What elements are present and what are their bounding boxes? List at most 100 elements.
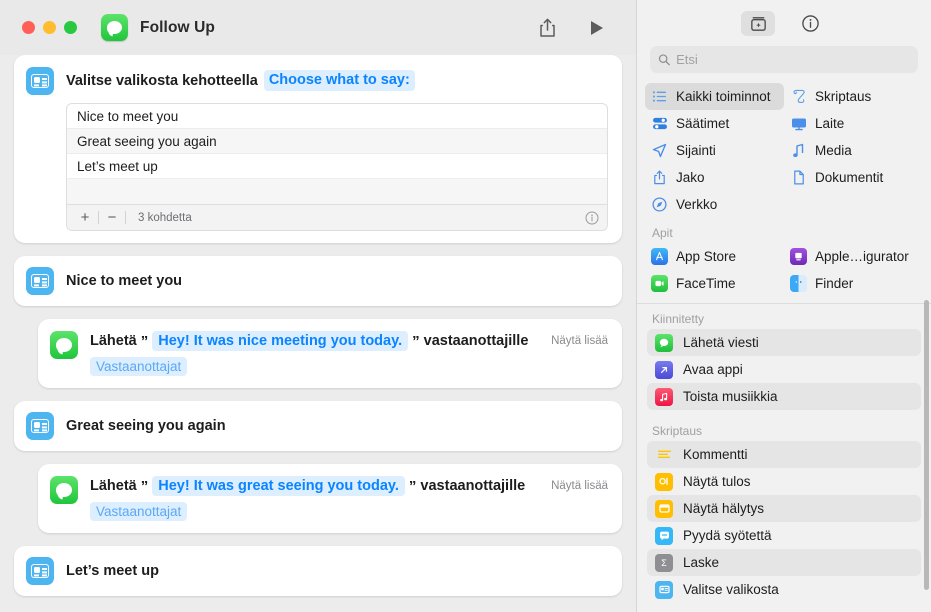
sliders-icon [651, 117, 668, 130]
sidebar-item-scripting[interactable]: Skriptaus [784, 83, 923, 110]
app-item-facetime[interactable]: FaceTime [645, 270, 784, 297]
show-more-button[interactable]: Näytä lisää [537, 335, 608, 347]
action-item-show-result[interactable]: Näytä tulos [647, 468, 921, 495]
footer-divider [98, 211, 99, 224]
sidebar-item-all-actions[interactable]: Kaikki toiminnot [645, 83, 784, 110]
menu-branch-header[interactable]: Let’s meet up [14, 546, 622, 596]
branch-header-row: Great seeing you again [26, 412, 608, 440]
sidebar-item-location[interactable]: Sijainti [645, 137, 784, 164]
sidebar-item-web[interactable]: Verkko [645, 191, 784, 218]
action-item-show-alert[interactable]: Näytä hälytys [647, 495, 921, 522]
apple-configurator-icon [790, 248, 807, 265]
send-label: Lähetä [90, 333, 137, 349]
message-line-secondary: Vastaanottajat [90, 357, 608, 376]
open-quote: ” [140, 332, 149, 350]
zoom-button[interactable] [64, 21, 77, 34]
remove-item-button[interactable]: − [102, 210, 122, 225]
list-item[interactable]: Let’s meet up [67, 154, 607, 179]
message-action-body: Lähetä ” Hey! It was nice meeting you to… [90, 331, 608, 376]
sidebar-item-device[interactable]: Laite [784, 110, 923, 137]
action-item-ask-for-input[interactable]: Pyydä syötettä [647, 522, 921, 549]
show-alert-icon [655, 499, 673, 518]
send-label: Lähetä [90, 478, 137, 494]
message-text-token[interactable]: Hey! It was great seeing you today. [152, 476, 405, 496]
branch-header-row: Nice to meet you [26, 267, 608, 295]
recipients-label: vastaanottajille [420, 478, 526, 494]
prompt-token[interactable]: Choose what to say: [263, 70, 415, 92]
action-item-play-music[interactable]: Toista musiikkia [647, 383, 921, 410]
run-button[interactable] [586, 16, 608, 40]
info-circle-icon [585, 211, 599, 224]
branch-label: Nice to meet you [66, 273, 183, 289]
tab-action-library[interactable] [741, 10, 775, 36]
message-text-token[interactable]: Hey! It was nice meeting you today. [152, 331, 409, 351]
action-item-calculate[interactable]: Σ Laske [647, 549, 921, 576]
library-search-wrap [637, 46, 931, 83]
show-result-icon [655, 472, 673, 491]
action-choose-from-menu[interactable]: Valitse valikosta kehotteella Choose what… [14, 55, 622, 243]
sidebar-item-media[interactable]: Media [784, 137, 923, 164]
list-item[interactable]: Nice to meet you [67, 104, 607, 129]
action-send-message[interactable]: Lähetä ” Hey! It was nice meeting you to… [38, 319, 622, 388]
share-button[interactable] [536, 16, 558, 40]
document-icon [790, 170, 807, 185]
search-input[interactable] [676, 52, 910, 67]
action-item-label: Pyydä syötettä [683, 528, 772, 543]
show-more-button[interactable]: Näytä lisää [537, 480, 608, 492]
action-item-send-message[interactable]: Lähetä viesti [647, 329, 921, 356]
cat-spacer [784, 191, 923, 218]
list-bullet-icon [651, 90, 668, 103]
action-item-comment[interactable]: Kommentti [647, 441, 921, 468]
list-item-empty[interactable] [67, 179, 607, 204]
menu-items-list[interactable]: Nice to meet you Great seeing you again … [66, 103, 608, 231]
list-item[interactable]: Great seeing you again [67, 129, 607, 154]
action-item-choose-from-menu[interactable]: Valitse valikosta [647, 576, 921, 603]
sidebar-item-label: Laite [815, 116, 845, 131]
sidebar-item-sharing[interactable]: Jako [645, 164, 784, 191]
facetime-icon [651, 275, 668, 292]
music-note-icon [790, 143, 807, 158]
open-quote: ” [140, 477, 149, 495]
scripting-action-list: Kommentti Näytä tulos Näytä hälytys Pyyd… [637, 441, 931, 603]
tab-info[interactable] [793, 11, 827, 36]
shortcuts-window: Follow Up Valitse valikosta kehotteella … [0, 0, 931, 612]
search-icon [658, 54, 670, 66]
message-action-body: Lähetä ” Hey! It was great seeing you to… [90, 476, 608, 521]
library-scrollbar-thumb[interactable] [924, 300, 929, 590]
action-item-label: Lähetä viesti [683, 335, 759, 350]
editor-canvas: Valitse valikosta kehotteella Choose what… [0, 55, 636, 612]
menu-branch-header[interactable]: Great seeing you again [14, 401, 622, 451]
app-item-app-store[interactable]: App Store [645, 243, 784, 270]
action-item-label: Kommentti [683, 447, 748, 462]
menu-branch-header[interactable]: Nice to meet you [14, 256, 622, 306]
action-title-wrap: Valitse valikosta kehotteella Choose what… [66, 67, 415, 95]
message-line-primary: Lähetä ” Hey! It was nice meeting you to… [90, 331, 608, 351]
library-scroll-area[interactable]: Kaikki toiminnot Skriptaus Säätimet Lait… [637, 83, 931, 612]
messages-icon [655, 333, 673, 352]
action-item-label: Avaa appi [683, 362, 743, 377]
action-library-pane: Kaikki toiminnot Skriptaus [636, 0, 931, 612]
sidebar-item-documents[interactable]: Dokumentit [784, 164, 923, 191]
recipients-token[interactable]: Vastaanottajat [90, 502, 188, 521]
app-item-apple-configurator[interactable]: Apple…igurator [784, 243, 923, 270]
sidebar-item-controls[interactable]: Säätimet [645, 110, 784, 137]
search-box[interactable] [650, 46, 918, 73]
branch-header-row: Let’s meet up [26, 557, 608, 585]
category-grid: Kaikki toiminnot Skriptaus Säätimet Lait… [637, 83, 931, 218]
close-quote: ” [408, 477, 417, 495]
close-button[interactable] [22, 21, 35, 34]
minimize-button[interactable] [43, 21, 56, 34]
action-item-open-app[interactable]: Avaa appi [647, 356, 921, 383]
add-item-button[interactable]: + [75, 210, 95, 225]
recipients-token[interactable]: Vastaanottajat [90, 357, 188, 376]
action-send-message[interactable]: Lähetä ” Hey! It was great seeing you to… [38, 464, 622, 533]
info-button[interactable] [585, 211, 599, 225]
location-arrow-icon [651, 143, 668, 158]
choose-from-menu-icon [26, 557, 54, 585]
play-icon [591, 20, 603, 35]
sidebar-item-label: Sijainti [676, 143, 716, 158]
calculate-sigma-icon: Σ [655, 553, 673, 572]
app-store-icon [651, 248, 668, 265]
app-item-finder[interactable]: Finder [784, 270, 923, 297]
ask-input-icon [655, 526, 673, 545]
